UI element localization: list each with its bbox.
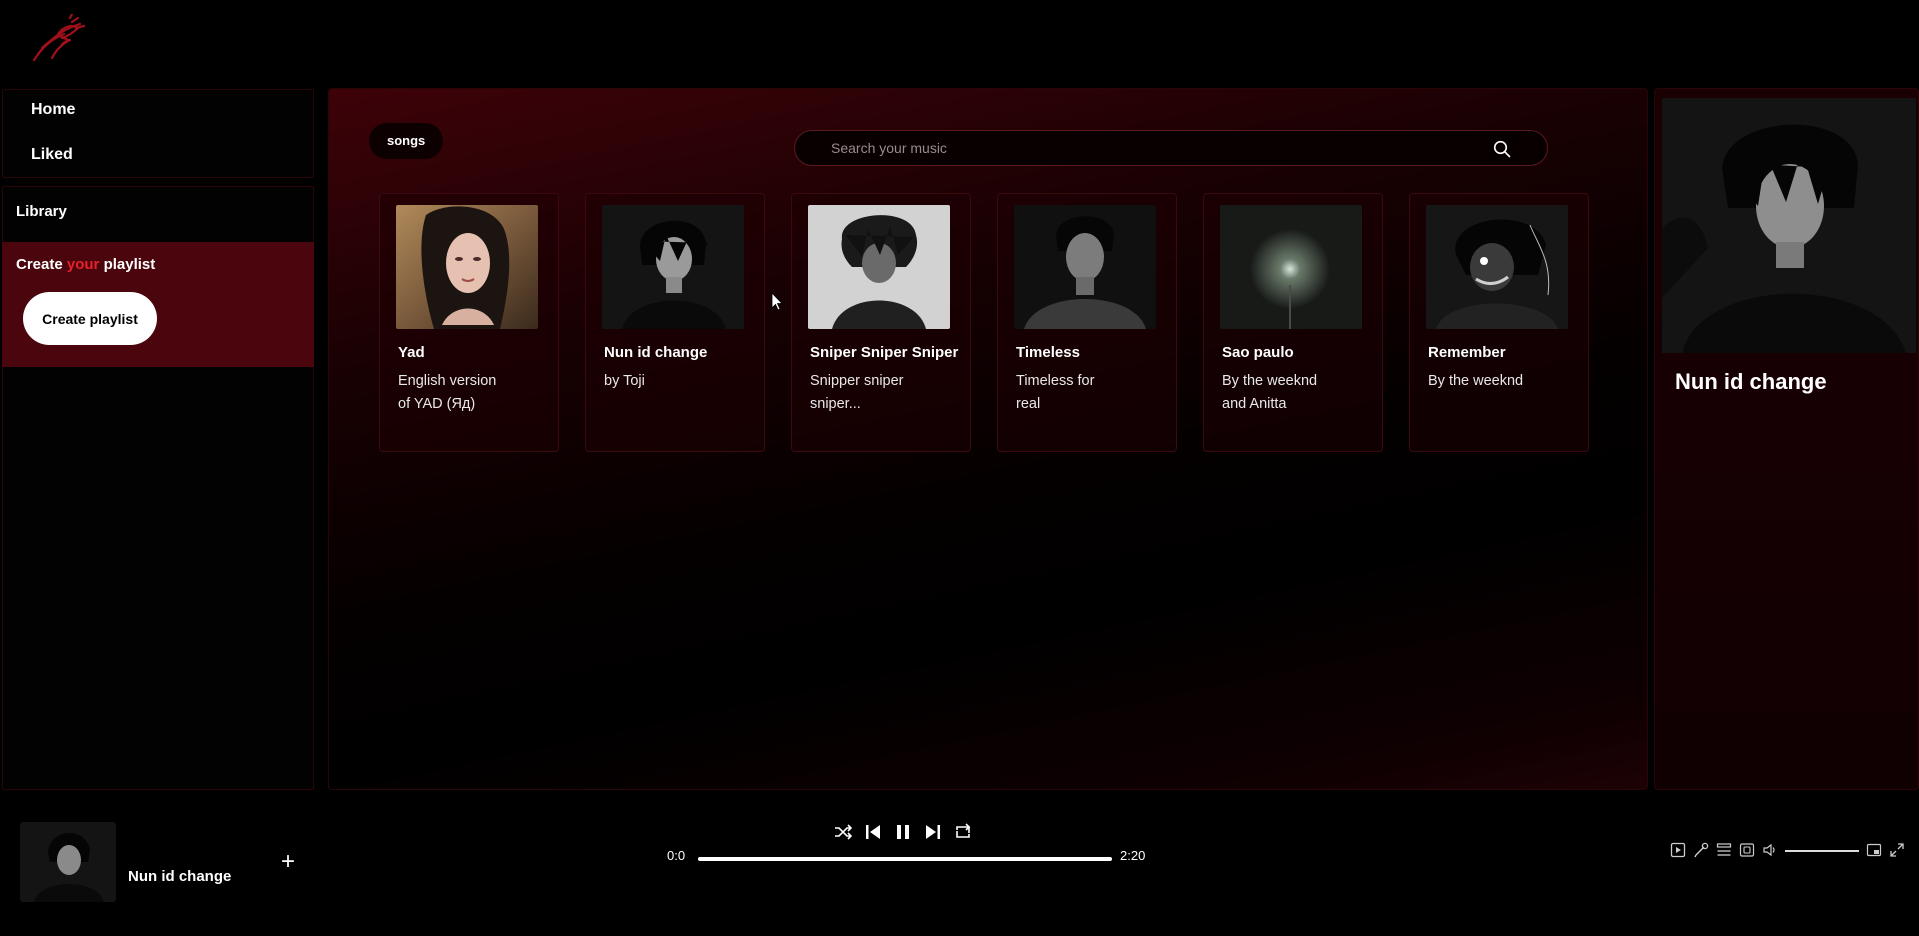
- song-cover-image: [1220, 205, 1362, 329]
- song-cards: Yad English version of YAD (Яд) Nun id c…: [379, 193, 1619, 453]
- nav-liked[interactable]: Liked: [31, 146, 73, 164]
- song-subtitle: By the weeknd: [1428, 373, 1524, 389]
- now-playing-view-icon[interactable]: [1670, 842, 1686, 858]
- now-playing-cover-image: [1662, 98, 1916, 353]
- song-title: Sao paulo: [1222, 344, 1294, 361]
- progress-bar[interactable]: [698, 857, 1112, 861]
- song-card[interactable]: Remember By the weeknd: [1409, 193, 1589, 452]
- shuffle-icon[interactable]: [832, 820, 854, 844]
- library-title[interactable]: Library: [16, 203, 67, 220]
- song-cover-image: [1426, 205, 1568, 329]
- song-title: Remember: [1428, 344, 1506, 361]
- playback-controls: [832, 820, 972, 844]
- repeat-icon[interactable]: [952, 820, 974, 844]
- songs-chip[interactable]: songs: [369, 123, 444, 159]
- now-playing-title: Nun id change: [1675, 369, 1827, 394]
- mini-player-icon[interactable]: [1866, 842, 1882, 858]
- song-card[interactable]: Sniper Sniper Sniper Snipper sniper snip…: [791, 193, 971, 452]
- song-subtitle: Snipper sniper sniper...: [810, 373, 904, 412]
- volume-icon[interactable]: [1762, 842, 1778, 858]
- library-panel: Library Create your playlist Create play…: [2, 186, 314, 790]
- create-suffix: playlist: [103, 256, 156, 273]
- song-subtitle: Timeless for real: [1016, 373, 1095, 412]
- queue-icon[interactable]: [1716, 842, 1732, 858]
- search-icon[interactable]: [1493, 140, 1511, 158]
- mouse-cursor-icon: [771, 292, 783, 311]
- song-title: Sniper Sniper Sniper: [810, 344, 959, 361]
- song-card[interactable]: Nun id change by Toji: [585, 193, 765, 452]
- song-subtitle: by Toji: [604, 373, 645, 389]
- create-playlist-box: Create your playlist Create playlist: [2, 242, 314, 367]
- song-title: Timeless: [1016, 344, 1080, 361]
- volume-slider[interactable]: [1785, 850, 1859, 852]
- lyrics-icon[interactable]: [1693, 842, 1709, 858]
- nav-home[interactable]: Home: [31, 101, 75, 119]
- song-cover-image: [396, 205, 538, 329]
- search-bar[interactable]: [794, 130, 1548, 166]
- fullscreen-icon[interactable]: [1889, 842, 1905, 858]
- create-prefix: Create: [16, 256, 63, 273]
- now-playing-panel: Nun id change: [1654, 88, 1919, 790]
- sidebar-nav: Home Liked: [2, 89, 314, 178]
- search-input[interactable]: [831, 131, 1471, 165]
- song-cover-image: [602, 205, 744, 329]
- song-card[interactable]: Sao paulo By the weeknd and Anitta: [1203, 193, 1383, 452]
- total-time: 2:20: [1120, 848, 1146, 863]
- connect-device-icon[interactable]: [1739, 842, 1755, 858]
- song-card[interactable]: Timeless Timeless for real: [997, 193, 1177, 452]
- current-time: 0:0: [667, 848, 686, 863]
- song-cover-image: [808, 205, 950, 329]
- create-accent: your: [66, 256, 100, 273]
- song-card[interactable]: Yad English version of YAD (Яд): [379, 193, 559, 452]
- add-to-playlist-button[interactable]: +: [278, 848, 298, 876]
- skip-previous-icon[interactable]: [862, 820, 884, 844]
- song-cover-image: [1014, 205, 1156, 329]
- song-subtitle: By the weeknd and Anitta: [1222, 373, 1318, 412]
- main-content: songs Yad English version of YAD (Яд): [328, 88, 1648, 790]
- player-track-title: Nun id change: [128, 868, 232, 885]
- song-title: Nun id change: [604, 344, 708, 361]
- bird-logo-icon: [32, 14, 86, 62]
- create-playlist-prompt: Create your playlist: [16, 256, 155, 273]
- skip-next-icon[interactable]: [922, 820, 944, 844]
- create-playlist-button[interactable]: Create playlist: [23, 292, 157, 345]
- pause-icon[interactable]: [892, 820, 914, 844]
- player-cover-image: [20, 822, 116, 902]
- song-subtitle: English version of YAD (Яд): [398, 373, 497, 412]
- song-title: Yad: [398, 344, 425, 361]
